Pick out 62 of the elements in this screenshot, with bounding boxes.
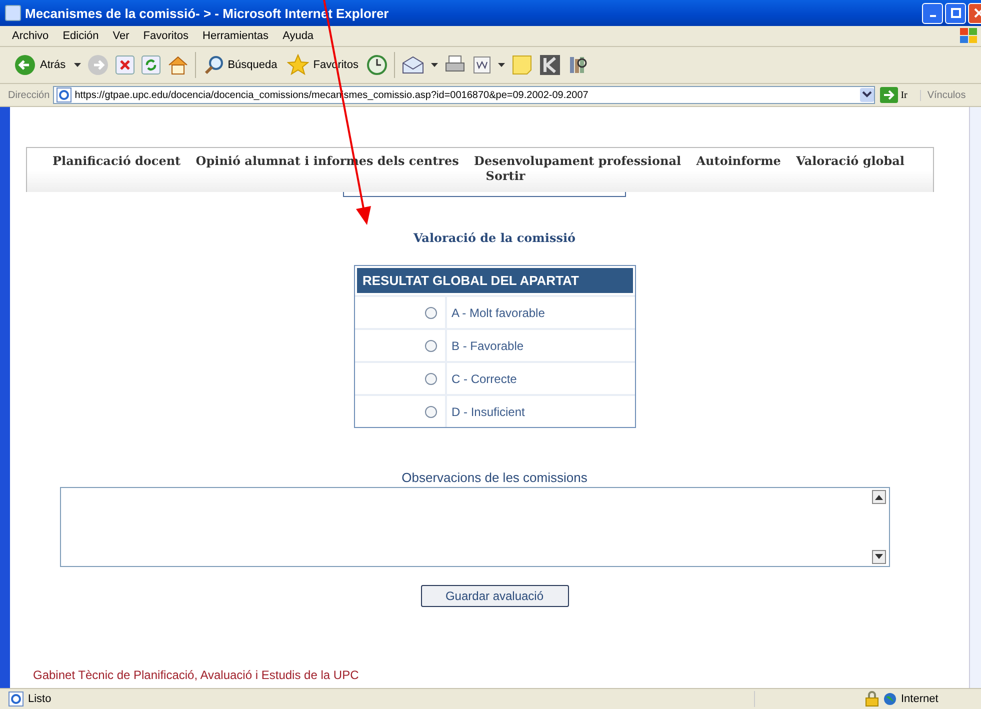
page-icon (8, 691, 24, 707)
document-icon[interactable] (472, 55, 492, 75)
caret-icon[interactable] (431, 62, 438, 68)
books-icon[interactable] (567, 54, 590, 76)
section-title: Valoració de la comissió (413, 231, 576, 245)
browser-icon (5, 5, 21, 21)
option-label: D - Insuficient (450, 404, 526, 420)
back-button[interactable]: Atrás (12, 54, 68, 76)
minimize-icon (930, 15, 936, 17)
option-label: B - Favorable (450, 338, 525, 354)
address-label: Dirección (8, 90, 50, 100)
observations-field[interactable] (60, 487, 890, 567)
radio-button[interactable] (424, 406, 436, 418)
caret-icon[interactable] (74, 62, 81, 68)
menu-item[interactable]: Archivo (12, 30, 49, 42)
windows-logo-icon (959, 27, 979, 45)
scroll-up-button[interactable] (872, 490, 886, 504)
nav-link[interactable]: Desenvolupament professional (474, 154, 682, 168)
radio-button[interactable] (424, 306, 436, 318)
refresh-icon[interactable] (140, 55, 161, 75)
close-icon (974, 8, 981, 18)
nav-link[interactable]: Valoració global (796, 154, 904, 168)
radio-button[interactable] (424, 372, 436, 384)
observations-label: Observacions de les comissions (402, 470, 588, 485)
globe-icon (883, 692, 897, 706)
radio-button[interactable] (424, 340, 436, 352)
history-icon[interactable] (366, 54, 388, 76)
save-button[interactable]: Guardar avaluació (420, 585, 568, 607)
menu-item[interactable]: Edición (62, 30, 99, 42)
zone-text: Internet (901, 693, 940, 705)
caret-icon[interactable] (498, 62, 506, 68)
home-icon[interactable] (166, 54, 189, 76)
scroll-down-button[interactable] (872, 550, 886, 564)
mail-icon[interactable] (401, 55, 426, 75)
maximize-icon (950, 8, 960, 18)
status-text: Listo (28, 693, 52, 705)
dropdown-button[interactable] (860, 88, 874, 102)
menu-item[interactable]: Favoritos (143, 30, 189, 42)
stop-icon[interactable] (114, 55, 135, 75)
minimize-button[interactable] (922, 2, 943, 24)
nav-link[interactable]: Autoinforme (696, 154, 781, 168)
footer-text: Gabinet Tècnic de Planificació, Avaluació i Estudis de la UPC (33, 668, 359, 682)
option-label: A - Molt favorable (450, 304, 546, 322)
menu-item[interactable]: Ver (112, 30, 130, 42)
menu-item[interactable]: Ayuda (282, 30, 314, 42)
nav-link[interactable]: Planificació docent (52, 154, 181, 168)
star-icon (287, 54, 310, 76)
search-button[interactable]: Búsqueda (202, 55, 280, 75)
k-logo-icon[interactable] (539, 54, 562, 76)
go-button[interactable]: Ir (878, 87, 918, 103)
exit-link[interactable]: Sortir (486, 169, 526, 183)
page-icon (56, 87, 72, 103)
scrollbar[interactable] (969, 107, 981, 688)
down-arrow-icon (874, 554, 882, 560)
search-icon (204, 55, 224, 75)
lock-icon (865, 691, 879, 707)
menu-item[interactable]: Herramientas (202, 30, 269, 42)
option-label: C - Correcte (450, 370, 518, 388)
up-arrow-icon (874, 494, 882, 500)
maximize-button[interactable] (945, 2, 966, 24)
links-label[interactable]: Vínculos (920, 90, 966, 100)
table-header: RESULTAT GLOBAL DEL APARTAT (356, 268, 632, 293)
